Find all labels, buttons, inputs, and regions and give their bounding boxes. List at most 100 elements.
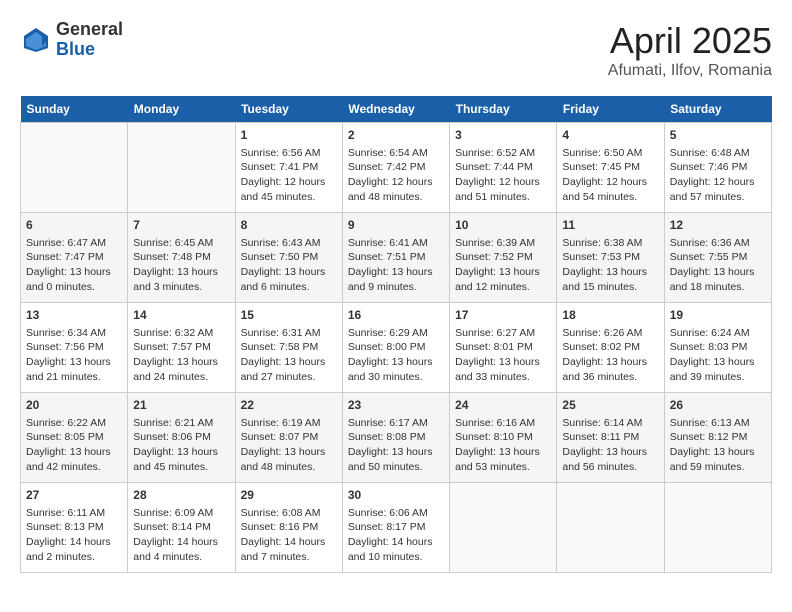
day-info: and 57 minutes. (670, 190, 766, 205)
header-cell-saturday: Saturday (664, 96, 771, 123)
calendar-cell: 23Sunrise: 6:17 AMSunset: 8:08 PMDayligh… (342, 393, 449, 483)
calendar-cell (450, 483, 557, 573)
day-info: Sunset: 8:00 PM (348, 340, 444, 355)
calendar-cell: 20Sunrise: 6:22 AMSunset: 8:05 PMDayligh… (21, 393, 128, 483)
calendar-body: 1Sunrise: 6:56 AMSunset: 7:41 PMDaylight… (21, 123, 772, 573)
day-info: Daylight: 12 hours (241, 175, 337, 190)
day-info: Sunset: 7:47 PM (26, 250, 122, 265)
day-info: Sunrise: 6:48 AM (670, 146, 766, 161)
day-info: Sunset: 8:16 PM (241, 520, 337, 535)
day-info: Daylight: 13 hours (562, 265, 658, 280)
month-title: April 2025 (608, 20, 772, 62)
day-info: Daylight: 13 hours (241, 265, 337, 280)
day-info: Sunrise: 6:29 AM (348, 326, 444, 341)
day-number: 24 (455, 397, 551, 414)
day-info: and 30 minutes. (348, 370, 444, 385)
day-info: and 42 minutes. (26, 460, 122, 475)
calendar-cell: 21Sunrise: 6:21 AMSunset: 8:06 PMDayligh… (128, 393, 235, 483)
day-info: Sunrise: 6:24 AM (670, 326, 766, 341)
day-number: 22 (241, 397, 337, 414)
header-cell-thursday: Thursday (450, 96, 557, 123)
day-info: Daylight: 13 hours (670, 445, 766, 460)
day-info: Sunrise: 6:08 AM (241, 506, 337, 521)
day-info: Daylight: 13 hours (348, 445, 444, 460)
day-number: 7 (133, 217, 229, 234)
day-number: 17 (455, 307, 551, 324)
day-info: and 7 minutes. (241, 550, 337, 565)
day-info: Sunrise: 6:31 AM (241, 326, 337, 341)
day-number: 13 (26, 307, 122, 324)
header-cell-tuesday: Tuesday (235, 96, 342, 123)
day-info: and 53 minutes. (455, 460, 551, 475)
day-info: Sunrise: 6:38 AM (562, 236, 658, 251)
day-info: Sunset: 7:46 PM (670, 160, 766, 175)
week-row: 27Sunrise: 6:11 AMSunset: 8:13 PMDayligh… (21, 483, 772, 573)
calendar-cell (557, 483, 664, 573)
day-info: Daylight: 12 hours (348, 175, 444, 190)
day-info: and 18 minutes. (670, 280, 766, 295)
day-number: 16 (348, 307, 444, 324)
calendar-cell: 15Sunrise: 6:31 AMSunset: 7:58 PMDayligh… (235, 303, 342, 393)
day-number: 3 (455, 127, 551, 144)
day-info: and 4 minutes. (133, 550, 229, 565)
calendar-cell: 6Sunrise: 6:47 AMSunset: 7:47 PMDaylight… (21, 213, 128, 303)
day-info: and 0 minutes. (26, 280, 122, 295)
day-info: Sunset: 8:14 PM (133, 520, 229, 535)
header-cell-sunday: Sunday (21, 96, 128, 123)
calendar-cell: 13Sunrise: 6:34 AMSunset: 7:56 PMDayligh… (21, 303, 128, 393)
day-info: Sunset: 8:12 PM (670, 430, 766, 445)
day-info: and 9 minutes. (348, 280, 444, 295)
title-block: April 2025 Afumati, Ilfov, Romania (608, 20, 772, 80)
calendar-cell: 1Sunrise: 6:56 AMSunset: 7:41 PMDaylight… (235, 123, 342, 213)
day-info: Daylight: 13 hours (562, 445, 658, 460)
day-info: Sunrise: 6:14 AM (562, 416, 658, 431)
day-info: Sunrise: 6:19 AM (241, 416, 337, 431)
day-info: and 50 minutes. (348, 460, 444, 475)
calendar-cell: 17Sunrise: 6:27 AMSunset: 8:01 PMDayligh… (450, 303, 557, 393)
day-number: 29 (241, 487, 337, 504)
day-info: Daylight: 13 hours (670, 265, 766, 280)
day-info: Sunset: 7:48 PM (133, 250, 229, 265)
day-info: Sunrise: 6:43 AM (241, 236, 337, 251)
calendar-cell: 25Sunrise: 6:14 AMSunset: 8:11 PMDayligh… (557, 393, 664, 483)
day-info: Sunset: 7:41 PM (241, 160, 337, 175)
day-number: 23 (348, 397, 444, 414)
logo-blue: Blue (56, 40, 123, 60)
calendar-cell: 3Sunrise: 6:52 AMSunset: 7:44 PMDaylight… (450, 123, 557, 213)
calendar-cell: 29Sunrise: 6:08 AMSunset: 8:16 PMDayligh… (235, 483, 342, 573)
calendar-cell: 28Sunrise: 6:09 AMSunset: 8:14 PMDayligh… (128, 483, 235, 573)
day-info: Sunrise: 6:54 AM (348, 146, 444, 161)
day-info: Sunrise: 6:39 AM (455, 236, 551, 251)
calendar-cell: 10Sunrise: 6:39 AMSunset: 7:52 PMDayligh… (450, 213, 557, 303)
day-number: 11 (562, 217, 658, 234)
day-info: Daylight: 13 hours (133, 445, 229, 460)
day-info: Sunset: 8:07 PM (241, 430, 337, 445)
day-info: Sunset: 8:03 PM (670, 340, 766, 355)
day-info: and 27 minutes. (241, 370, 337, 385)
day-info: Sunrise: 6:34 AM (26, 326, 122, 341)
day-info: Daylight: 13 hours (26, 355, 122, 370)
calendar-cell (128, 123, 235, 213)
day-info: Sunrise: 6:16 AM (455, 416, 551, 431)
day-info: Sunset: 8:11 PM (562, 430, 658, 445)
header-cell-friday: Friday (557, 96, 664, 123)
calendar-cell: 27Sunrise: 6:11 AMSunset: 8:13 PMDayligh… (21, 483, 128, 573)
calendar-cell: 14Sunrise: 6:32 AMSunset: 7:57 PMDayligh… (128, 303, 235, 393)
day-info: Sunrise: 6:21 AM (133, 416, 229, 431)
day-number: 10 (455, 217, 551, 234)
day-number: 21 (133, 397, 229, 414)
day-info: Sunset: 8:08 PM (348, 430, 444, 445)
week-row: 13Sunrise: 6:34 AMSunset: 7:56 PMDayligh… (21, 303, 772, 393)
day-info: Sunset: 7:53 PM (562, 250, 658, 265)
day-info: Daylight: 13 hours (348, 355, 444, 370)
day-info: Sunset: 7:57 PM (133, 340, 229, 355)
day-info: and 45 minutes. (241, 190, 337, 205)
day-number: 27 (26, 487, 122, 504)
day-info: Daylight: 13 hours (133, 355, 229, 370)
day-number: 15 (241, 307, 337, 324)
day-info: Sunrise: 6:06 AM (348, 506, 444, 521)
day-info: Daylight: 13 hours (455, 265, 551, 280)
calendar-cell: 5Sunrise: 6:48 AMSunset: 7:46 PMDaylight… (664, 123, 771, 213)
day-info: and 59 minutes. (670, 460, 766, 475)
day-number: 6 (26, 217, 122, 234)
